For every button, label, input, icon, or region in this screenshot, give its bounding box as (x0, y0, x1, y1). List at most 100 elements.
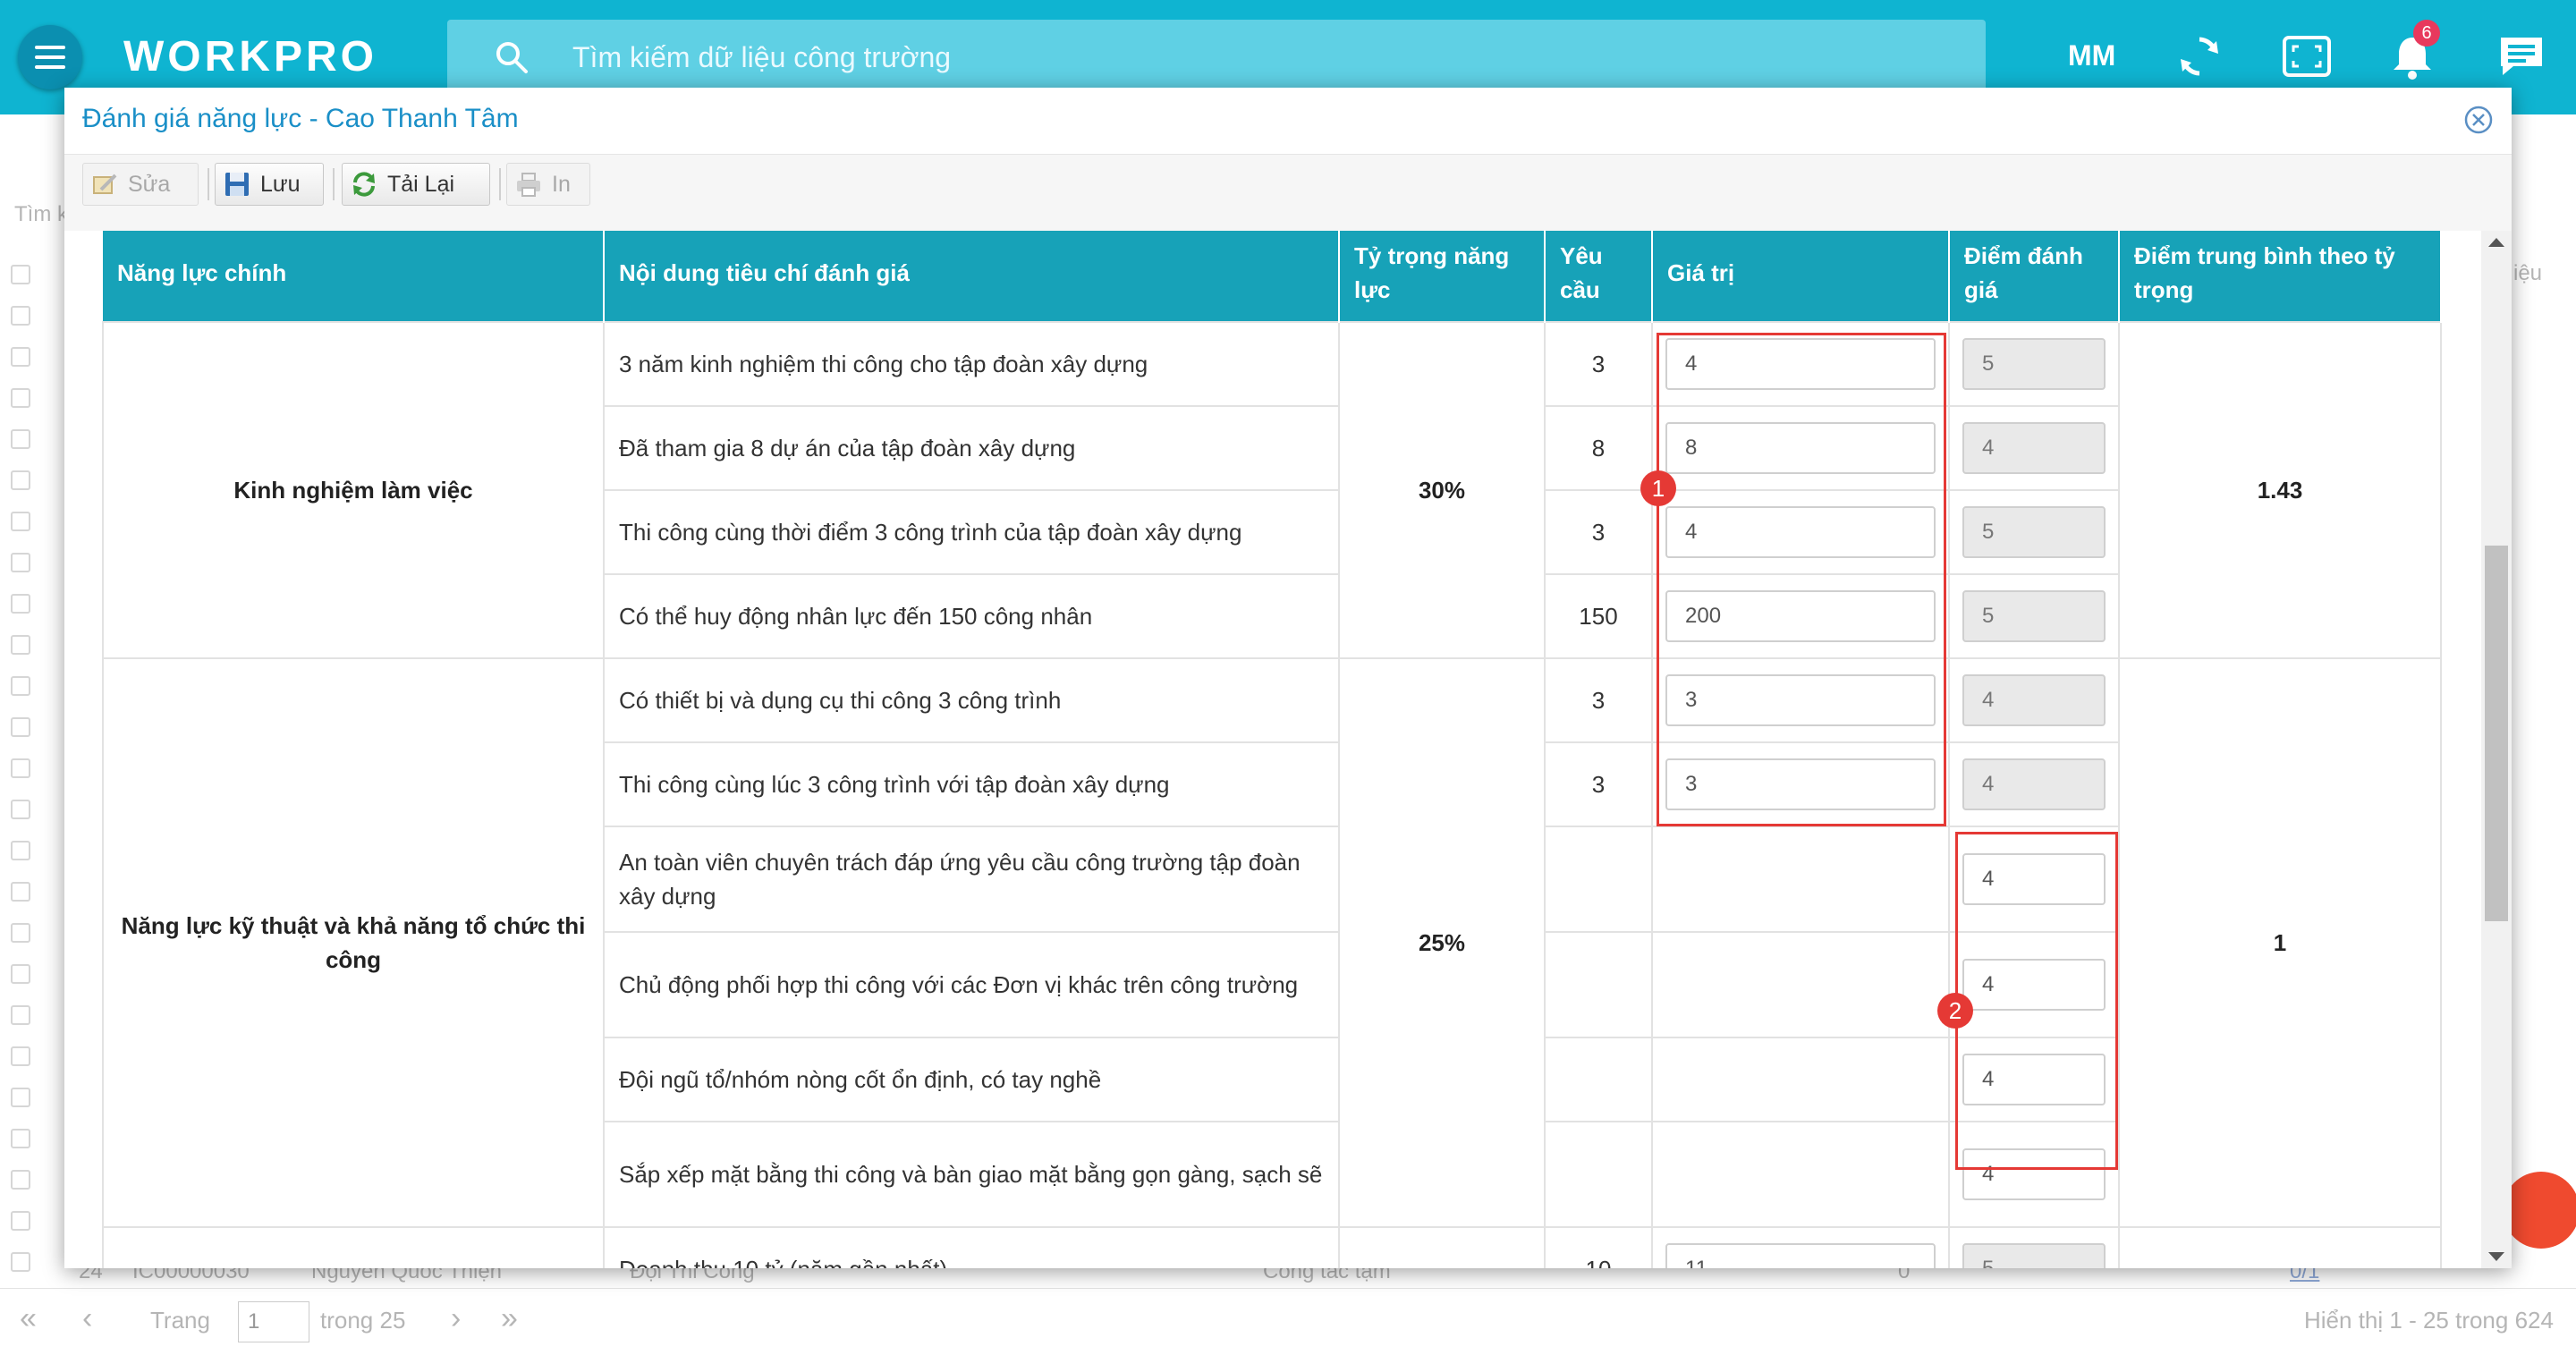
save-button[interactable]: Lưu (215, 163, 324, 206)
header-criteria[interactable]: Nội dung tiêu chí đánh giá (604, 231, 1340, 322)
annotation-marker-1: 1 (1640, 470, 1676, 506)
row-checkbox[interactable] (11, 1046, 30, 1066)
weight-cell: 30% (1338, 321, 1546, 659)
table-header-row: Năng lực chính Nội dung tiêu chí đánh gi… (103, 231, 2442, 322)
weighted-average-cell: 1.43 (2118, 321, 2442, 659)
header-main-competency[interactable]: Năng lực chính (103, 231, 605, 322)
last-page-icon[interactable]: » (501, 1301, 518, 1336)
header-value[interactable]: Giá trị (1652, 231, 1950, 322)
page-number-input[interactable]: 1 (238, 1301, 309, 1342)
row-checkbox[interactable] (11, 676, 30, 696)
row-checkbox[interactable] (11, 1129, 30, 1148)
score-cell (1948, 1226, 2120, 1268)
value-cell (1651, 1226, 1950, 1268)
global-search[interactable] (447, 20, 1986, 95)
chat-icon[interactable] (2496, 30, 2547, 82)
criteria-cell: 3 năm kinh nghiệm thi công cho tập đoàn … (603, 321, 1340, 407)
page-label: Trang (150, 1307, 210, 1334)
print-label: In (552, 171, 571, 197)
row-checkbox[interactable] (11, 923, 30, 943)
criteria-cell: Thi công cùng lúc 3 công trình với tập đ… (603, 741, 1340, 827)
required-cell: 8 (1544, 405, 1653, 491)
header-weight[interactable]: Tỷ trọng năng lực (1339, 231, 1546, 322)
sync-icon[interactable] (2174, 30, 2225, 82)
header-required[interactable]: Yêu cầu (1545, 231, 1653, 322)
row-checkbox[interactable] (11, 512, 30, 531)
weighted-average-cell: 1 (2118, 657, 2442, 1228)
criteria-cell: Đội ngũ tổ/nhóm nòng cốt ổn định, có tay… (603, 1037, 1340, 1122)
page-total-label: trong 25 (320, 1307, 406, 1334)
user-avatar[interactable]: MM (2068, 39, 2115, 72)
row-checkbox[interactable] (11, 1170, 30, 1190)
row-checkbox[interactable] (11, 429, 30, 449)
value-column-highlight (1657, 333, 1946, 826)
score-cell (1948, 573, 2120, 659)
row-checkbox[interactable] (11, 1088, 30, 1107)
score-readonly-field (1962, 422, 2106, 474)
first-page-icon[interactable]: « (20, 1301, 37, 1336)
scrollbar-thumb[interactable] (2485, 546, 2508, 921)
row-checkbox[interactable] (11, 1211, 30, 1231)
reload-button[interactable]: Tải Lại (342, 163, 490, 206)
edit-icon (93, 174, 117, 194)
score-column-highlight (1955, 832, 2118, 1170)
required-cell (1544, 931, 1653, 1038)
background-search-label: Tìm k (14, 202, 68, 226)
modal-header: Đánh giá năng lực - Cao Thanh Tâm (64, 88, 2512, 154)
scroll-down-arrow-icon[interactable] (2488, 1252, 2504, 1261)
value-cell (1651, 1037, 1950, 1122)
score-cell (1948, 489, 2120, 575)
print-button[interactable]: In (506, 163, 590, 206)
row-checkbox[interactable] (11, 470, 30, 490)
weighted-average-cell (2118, 1226, 2442, 1268)
criteria-cell: Thi công cùng thời điểm 3 công trình của… (603, 489, 1340, 575)
fullscreen-icon[interactable] (2281, 30, 2333, 82)
menu-button[interactable] (18, 25, 82, 89)
required-cell (1544, 1121, 1653, 1228)
score-cell (1948, 657, 2120, 743)
row-checkbox[interactable] (11, 594, 30, 614)
reload-label: Tải Lại (387, 171, 455, 197)
table-row: Năng lực kỹ thuật và khả năng tổ chức th… (102, 657, 2442, 1228)
criteria-cell: An toàn viên chuyên trách đáp ứng yêu cầ… (603, 826, 1340, 933)
table-row: Doanh thu 10 tỷ (năm gần nhất) 10 (102, 1226, 2442, 1268)
required-cell: 10 (1544, 1226, 1653, 1268)
score-cell (1948, 321, 2120, 407)
row-checkbox[interactable] (11, 553, 30, 572)
row-checkbox[interactable] (11, 635, 30, 655)
prev-page-icon[interactable]: ‹ (82, 1301, 92, 1336)
next-page-icon[interactable]: › (451, 1301, 461, 1336)
save-icon (225, 173, 249, 196)
row-checkbox[interactable] (11, 964, 30, 984)
row-checkbox[interactable] (11, 1005, 30, 1025)
required-cell: 3 (1544, 321, 1653, 407)
row-checkbox[interactable] (11, 1252, 30, 1272)
header-score[interactable]: Điểm đánh giá (1949, 231, 2120, 322)
score-readonly-field (1962, 1243, 2106, 1268)
scroll-up-arrow-icon[interactable] (2488, 238, 2504, 247)
row-checkbox[interactable] (11, 800, 30, 819)
row-checkbox[interactable] (11, 306, 30, 326)
row-checkbox[interactable] (11, 841, 30, 860)
search-input[interactable] (572, 36, 1914, 79)
row-checkbox[interactable] (11, 882, 30, 902)
notification-badge: 6 (2413, 20, 2440, 47)
close-icon[interactable] (2463, 105, 2494, 135)
header-weighted-avg[interactable]: Điểm trung bình theo tỷ trọng (2119, 231, 2442, 322)
modal-scrollbar[interactable] (2481, 231, 2512, 1268)
score-readonly-field (1962, 590, 2106, 642)
row-checkbox[interactable] (11, 265, 30, 284)
main-competency-cell (102, 1226, 605, 1268)
score-cell (1948, 741, 2120, 827)
value-cell (1651, 931, 1950, 1038)
row-checkbox[interactable] (11, 347, 30, 367)
weight-cell (1338, 1226, 1546, 1268)
criteria-cell: Doanh thu 10 tỷ (năm gần nhất) (603, 1226, 1340, 1268)
floating-action-button[interactable] (2503, 1172, 2576, 1249)
row-checkbox[interactable] (11, 717, 30, 737)
edit-button[interactable]: Sửa (82, 163, 199, 206)
row-checkbox[interactable] (11, 388, 30, 408)
row-checkbox[interactable] (11, 758, 30, 778)
main-competency-cell: Năng lực kỹ thuật và khả năng tổ chức th… (102, 657, 605, 1228)
value-input[interactable] (1665, 1243, 1936, 1268)
